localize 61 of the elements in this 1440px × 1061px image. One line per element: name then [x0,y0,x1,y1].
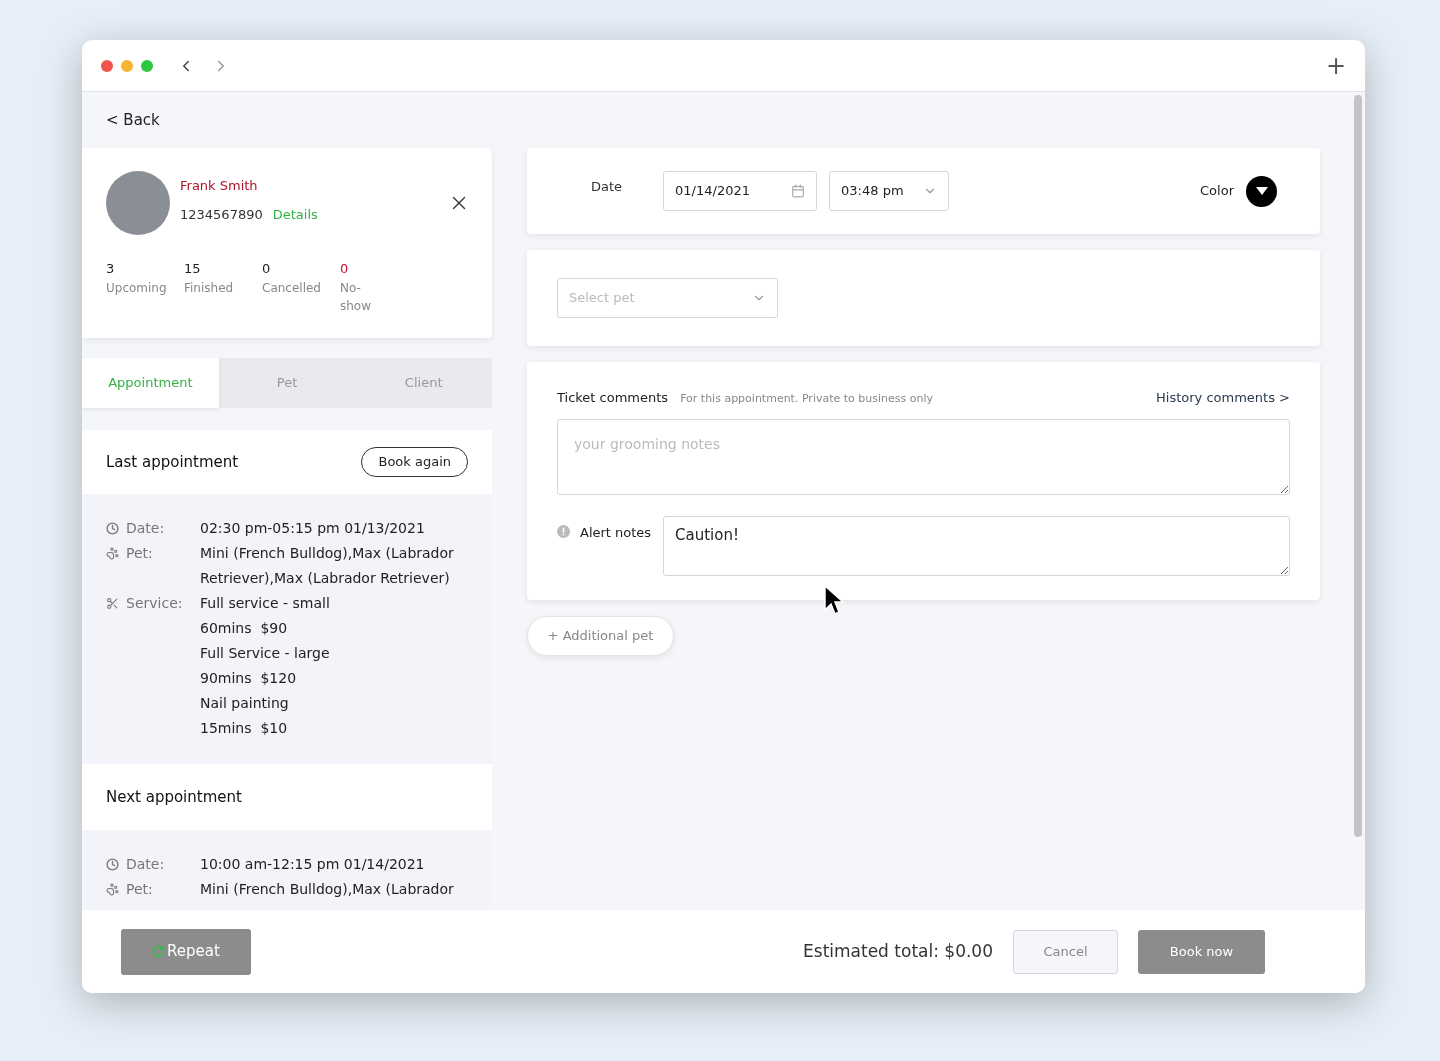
repeat-button[interactable]: Repeat [121,928,251,975]
comments-hint: For this appointment. Private to business only [680,391,934,407]
stat-label: Cancelled [262,279,322,297]
pet-select[interactable]: Select pet [557,278,778,318]
book-now-button[interactable]: Book now [1138,929,1265,974]
refresh-icon [152,945,166,958]
comments-title: Ticket comments [557,389,669,407]
detail-label: Pet: [126,544,153,563]
detail-value: 02:30 pm-05:15 pm 01/13/2021 [200,519,425,538]
detail-label: Pet: [126,880,153,899]
clock-icon [106,522,119,535]
clock-icon [106,858,119,871]
detail-value: 60mins $90 [200,619,289,638]
detail-value: 90mins $120 [200,669,298,688]
back-link[interactable]: < Back [106,108,160,132]
detail-value: Retriever),Max (Labrador Retriever) [200,569,451,588]
color-label: Color [1200,182,1234,201]
stat-label: Upcoming [106,279,168,297]
detail-value: Mini (French Bulldog),Max (Labrador [200,880,454,899]
detail-label: Service: [126,594,183,613]
section-title: Last appointment [106,451,239,473]
detail-value: Full service - small [200,594,330,613]
date-label: Date [591,178,623,197]
paw-icon [106,547,119,560]
cancel-button[interactable]: Cancel [1013,929,1118,974]
stat-label: Finished [184,279,235,297]
tab[interactable]: Client [355,358,492,408]
detail-value: 15mins $10 [200,719,289,738]
detail-value: Full Service - large [200,644,330,663]
estimated-total: Estimated total: $0.00 [803,939,993,963]
details-link[interactable]: Details [272,205,318,225]
time-select[interactable]: 03:48 pm [829,171,950,211]
stat-value: 0 [340,260,350,278]
color-picker-button[interactable] [1246,175,1277,207]
history-comments-link[interactable]: History comments > [1156,388,1290,408]
calendar-icon [791,184,806,198]
detail-label: Date: [126,519,165,538]
detail-value: 10:00 am-12:15 pm 01/14/2021 [200,855,425,874]
stat-label: No-show [340,279,372,315]
stat-value: 0 [262,260,272,278]
detail-value: Nail painting [200,694,290,713]
tab[interactable]: Pet [218,358,356,408]
scrollbar-thumb[interactable] [1354,95,1362,837]
section-title: Next appointment [106,786,242,808]
stat-value: 15 [184,260,202,278]
alert-notes-label: Alert notes [580,523,653,542]
detail-value: Mini (French Bulldog),Max (Labrador [200,544,454,563]
scissors-icon [106,597,119,610]
alert-icon [557,524,570,538]
stat-value: 3 [106,260,116,278]
new-tab-button[interactable]: + [1325,53,1346,78]
additional-pet-button[interactable]: + Additional pet [527,616,674,656]
grooming-notes-field[interactable]: your grooming notes [557,418,1290,495]
tab[interactable]: Appointment [82,358,219,408]
paw-icon [106,883,119,896]
client-name: Frank Smith [180,176,259,195]
date-field[interactable]: 01/14/2021 [663,171,818,211]
alert-notes-field[interactable]: Caution! [663,515,1290,576]
caret-down-icon [1255,187,1268,195]
client-phone: 1234567890 [180,206,263,224]
detail-label: Date: [126,855,165,874]
